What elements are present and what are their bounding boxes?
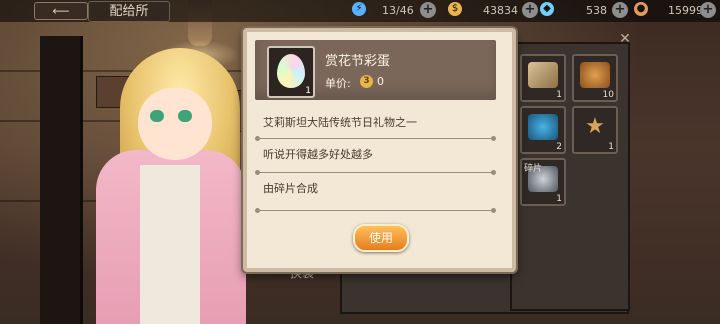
add-energy-button[interactable]: +: [420, 2, 436, 18]
gem-value: 15999: [668, 4, 703, 17]
character-eye: [150, 110, 164, 122]
character-eye: [178, 110, 192, 122]
inventory-panel: 1 10 2 ★ 1 碎片 1: [510, 42, 630, 311]
item-name: 赏花节彩蛋: [325, 54, 391, 69]
location-title: 配给所: [88, 1, 170, 22]
close-icon[interactable]: ✕: [616, 30, 634, 48]
item-count: 1: [305, 86, 311, 96]
top-resource-bar: ⟵ 配给所 ⚡ 13/46 + $ 43834 + ◆ 538 + ● 1599…: [0, 0, 720, 22]
back-arrow-icon: ⟵: [52, 4, 70, 18]
gem-icon: ●: [634, 2, 648, 16]
add-crystal-button[interactable]: +: [612, 2, 628, 18]
item-description-line: 由碎片合成: [263, 182, 318, 195]
back-button[interactable]: ⟵: [34, 2, 88, 20]
crystal-value: 538: [586, 4, 607, 17]
scroll-icon: [528, 62, 558, 88]
gold-value: 43834: [483, 4, 518, 17]
inventory-slot-fragment[interactable]: 碎片 1: [520, 158, 566, 206]
item-header: 1 赏花节彩蛋 单价: 3 0: [255, 40, 496, 100]
divider: [255, 170, 496, 175]
slot-count: 1: [556, 194, 562, 204]
slot-count: 10: [602, 90, 614, 100]
inventory-slot-potion[interactable]: 2: [520, 106, 566, 154]
divider: [255, 136, 496, 141]
price-value: 0: [377, 75, 384, 88]
potion-jar-icon: [528, 114, 558, 140]
energy-icon: ⚡: [352, 2, 366, 16]
divider: [255, 208, 496, 213]
slot-count: 1: [608, 142, 614, 152]
roast-chicken-icon: [580, 62, 610, 88]
slot-count: 2: [556, 142, 562, 152]
item-detail-dialog: 1 赏花节彩蛋 单价: 3 0 艾莉斯坦大陆传统节日礼物之一 听说开得越多好处越…: [243, 28, 516, 272]
inventory-slot-roast-chicken[interactable]: 10: [572, 54, 618, 102]
item-thumbnail: 1: [267, 46, 315, 98]
add-gem-button[interactable]: +: [700, 2, 716, 18]
inventory-slot-scroll[interactable]: 1: [520, 54, 566, 102]
add-gold-button[interactable]: +: [522, 2, 538, 18]
gold-icon: $: [448, 2, 462, 16]
slot-count: 1: [556, 90, 562, 100]
character-vest: [140, 165, 200, 324]
item-description-line: 艾莉斯坦大陆传统节日礼物之一: [263, 116, 417, 129]
inventory-slot-starfish[interactable]: ★ 1: [572, 106, 618, 154]
dark-doorway: [40, 36, 83, 324]
use-button[interactable]: 使用: [353, 224, 409, 252]
fragment-tag: 碎片: [524, 164, 543, 174]
item-description-line: 听说开得越多好处越多: [263, 148, 373, 161]
character-face: [138, 88, 212, 160]
energy-value: 13/46: [382, 4, 414, 17]
crystal-icon: ◆: [540, 2, 554, 16]
price-label: 单价:: [325, 77, 351, 90]
flower-festival-egg-icon: [277, 54, 305, 88]
coin-icon: 3: [360, 75, 373, 88]
starfish-icon: ★: [585, 114, 605, 139]
